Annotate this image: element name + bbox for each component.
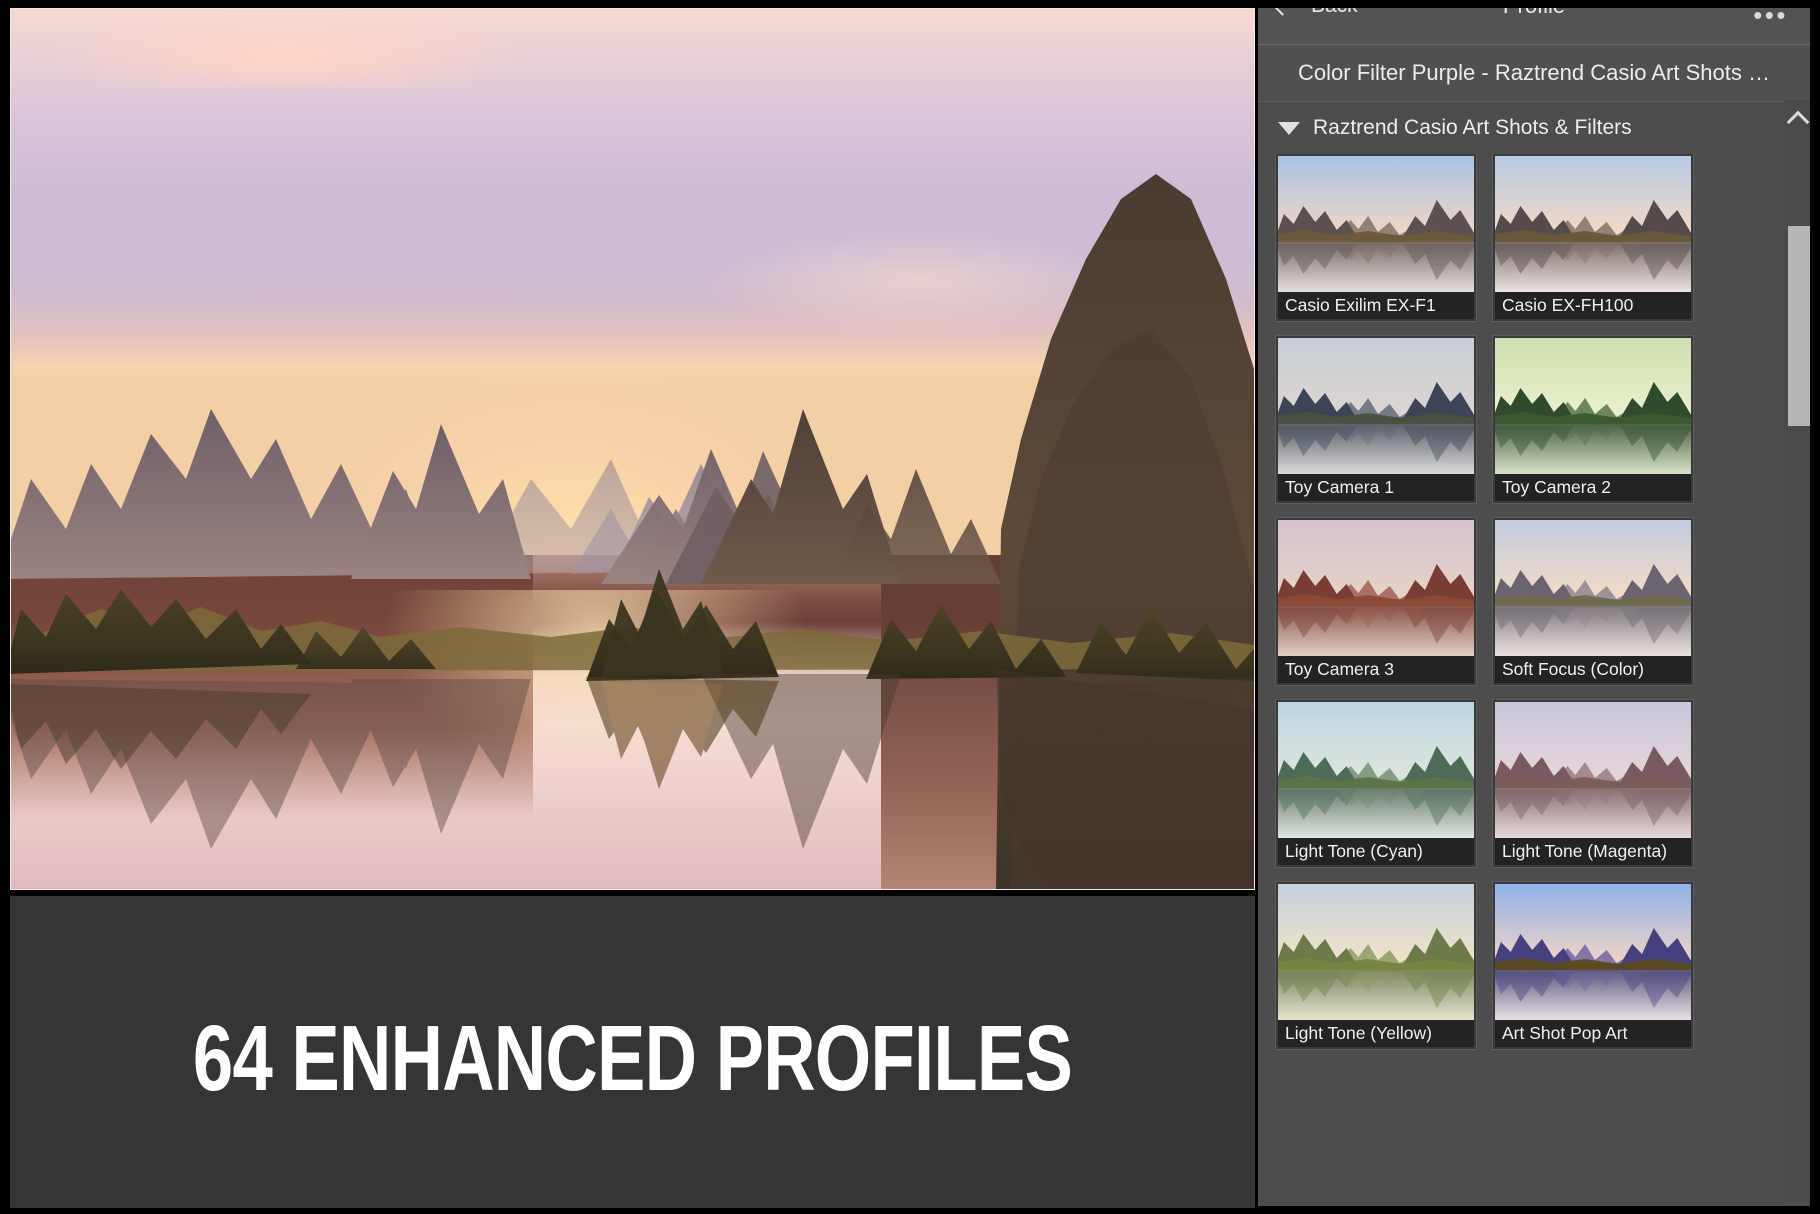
profile-thumbnail-image [1278,338,1474,474]
chevron-up-icon[interactable] [1784,100,1810,134]
preview-mountains [1278,382,1474,462]
karst-mountain-silhouettes [11,174,1254,889]
profile-thumbnail[interactable]: Casio Exilim EX-F1 [1276,154,1476,321]
profile-preview-scene [1495,520,1691,656]
overflow-menu-icon[interactable]: ••• [1753,8,1788,28]
profile-thumbnail[interactable]: Light Tone (Yellow) [1276,882,1476,1049]
profile-thumbnail[interactable]: Toy Camera 1 [1276,336,1476,503]
profile-preview-scene [1495,884,1691,1020]
profile-grid: Casio Exilim EX-F1 Casio EX-FH100 Toy Came… [1258,154,1784,1049]
profile-thumbnail-image [1495,520,1691,656]
triangle-down-icon[interactable] [1278,121,1300,135]
profile-preview-scene [1278,520,1474,656]
profile-preview-scene [1278,702,1474,838]
profile-thumbnail[interactable]: Light Tone (Magenta) [1493,700,1693,867]
preview-pane: 64 ENHANCED PROFILES [10,8,1255,1208]
profile-thumbnail-image [1495,156,1691,292]
profile-thumbnail[interactable]: Toy Camera 3 [1276,518,1476,685]
profile-thumbnail-label: Casio EX-FH100 [1495,292,1691,319]
profile-thumbnail-image [1278,702,1474,838]
profile-thumbnail-image [1495,884,1691,1020]
profile-thumbnail-image [1278,520,1474,656]
preview-mountains [1495,928,1691,1008]
profile-thumbnail-image [1278,884,1474,1020]
panel-title: Profile [1258,8,1810,19]
preview-mountains [1495,382,1691,462]
profile-browser-panel: Back Profile ••• Color Filter Purple - R… [1258,8,1810,1206]
current-profile-label: Color Filter Purple - Raztrend Casio Art… [1298,60,1770,85]
panel-scrollbar[interactable] [1784,100,1810,1206]
profile-thumbnail[interactable]: Soft Focus (Color) [1493,518,1693,685]
preview-mountains [1278,200,1474,280]
current-profile-row[interactable]: Color Filter Purple - Raztrend Casio Art… [1258,45,1810,102]
profile-preview-scene [1495,702,1691,838]
profile-thumbnail-label: Toy Camera 3 [1278,656,1474,683]
profile-grid-viewport: Casio Exilim EX-F1 Casio EX-FH100 Toy Came… [1258,154,1810,1204]
preview-mountains [1278,746,1474,826]
profile-preview-scene [1278,156,1474,292]
profile-thumbnail-label: Light Tone (Yellow) [1278,1020,1474,1047]
profile-thumbnail-label: Casio Exilim EX-F1 [1278,292,1474,319]
panel-header: Back Profile ••• [1258,8,1810,45]
profile-thumbnail-image [1278,156,1474,292]
profile-thumbnail-image [1495,338,1691,474]
profile-thumbnail-label: Art Shot Pop Art [1495,1020,1691,1047]
profile-thumbnail-label: Soft Focus (Color) [1495,656,1691,683]
preview-mountains [1278,564,1474,644]
profile-group-label: Raztrend Casio Art Shots & Filters [1313,116,1632,139]
caption-text: 64 ENHANCED PROFILES [192,1006,1073,1111]
screenshot-root: 64 ENHANCED PROFILES Back Profile ••• Co… [0,0,1820,1214]
profile-thumbnail-label: Light Tone (Cyan) [1278,838,1474,865]
profile-preview-scene [1278,884,1474,1020]
profile-thumbnail[interactable]: Casio EX-FH100 [1493,154,1693,321]
profile-preview-scene [1495,156,1691,292]
preview-mountains [1278,928,1474,1008]
profile-thumbnail-image [1495,702,1691,838]
profile-thumbnail-label: Toy Camera 1 [1278,474,1474,501]
profile-thumbnail-label: Toy Camera 2 [1495,474,1691,501]
preview-mountains [1495,746,1691,826]
preview-mountains [1495,564,1691,644]
panel-footer [1258,1202,1810,1206]
profile-thumbnail-label: Light Tone (Magenta) [1495,838,1691,865]
profile-thumbnail[interactable]: Light Tone (Cyan) [1276,700,1476,867]
profile-thumbnail[interactable]: Toy Camera 2 [1493,336,1693,503]
profile-preview-scene [1278,338,1474,474]
profile-group-header[interactable]: Raztrend Casio Art Shots & Filters [1258,102,1810,154]
scrollbar-thumb[interactable] [1788,226,1810,426]
caption-banner: 64 ENHANCED PROFILES [10,896,1255,1208]
profile-thumbnail[interactable]: Art Shot Pop Art [1493,882,1693,1049]
photo-preview[interactable] [10,8,1255,890]
profile-preview-scene [1495,338,1691,474]
preview-mountains [1495,200,1691,280]
scrollbar-track[interactable] [1786,134,1810,1206]
